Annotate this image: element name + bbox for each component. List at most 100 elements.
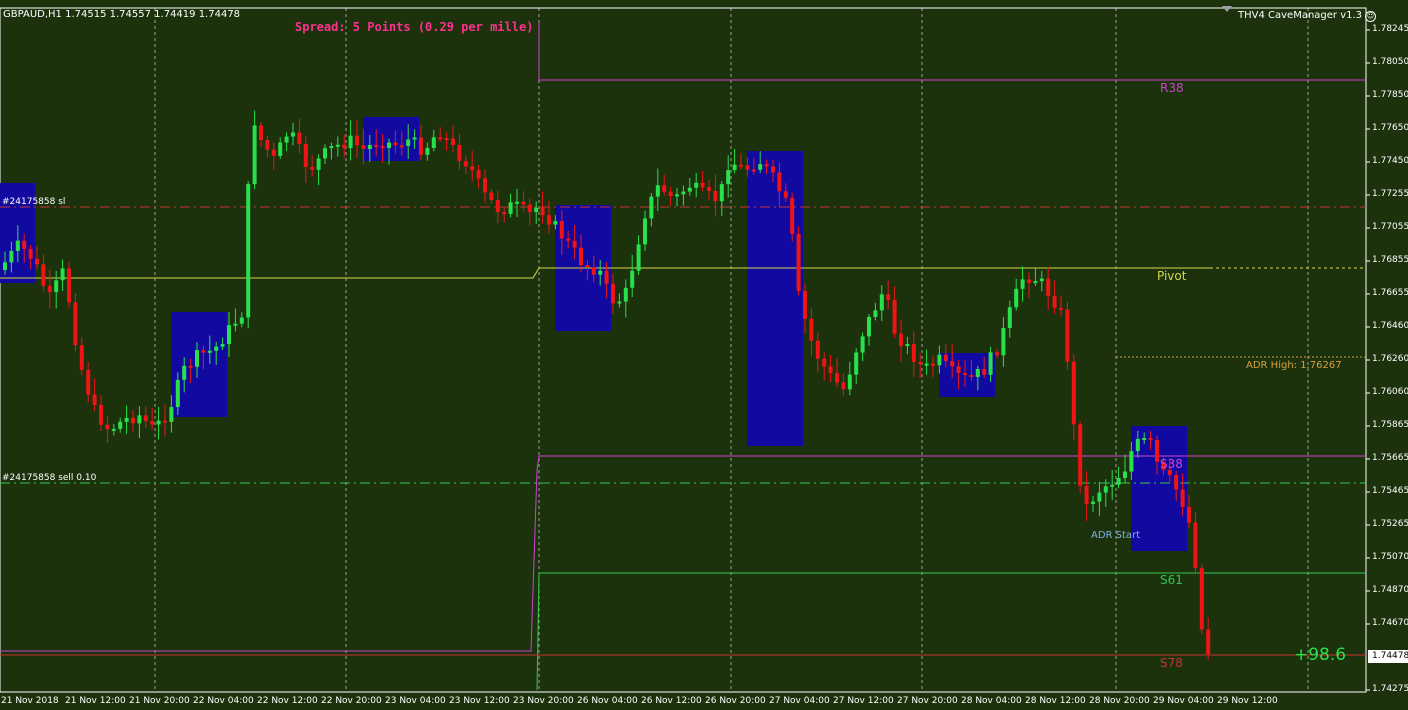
candle-body (278, 142, 283, 156)
price-tick-label: 1.77450 (1372, 156, 1408, 166)
zone-boxes (0, 117, 1187, 551)
chart-window[interactable]: GBPAUD,H1 1.74515 1.74557 1.74419 1.7447… (0, 0, 1408, 710)
candle-body (457, 144, 462, 162)
candle-body (399, 145, 404, 148)
time-tick-label: 26 Nov 04:00 (577, 696, 638, 706)
candle-body (1148, 437, 1153, 441)
candle-body (771, 166, 775, 173)
price-tick-label: 1.74275 (1372, 684, 1408, 694)
candle-body (1193, 522, 1198, 569)
time-tick-label: 27 Nov 04:00 (769, 696, 830, 706)
candle-body (630, 270, 635, 288)
candle-body (579, 247, 583, 266)
candle-body (1014, 288, 1019, 308)
candle-body (943, 354, 948, 362)
price-tick-label: 1.78050 (1372, 57, 1408, 67)
zone-box (363, 117, 419, 161)
candle-body (892, 300, 897, 334)
candle-body (675, 194, 679, 197)
time-tick-label: 27 Nov 20:00 (897, 696, 958, 706)
candle-body (572, 240, 577, 248)
chart-canvas[interactable] (0, 0, 1408, 710)
candle-body (1123, 471, 1127, 479)
candle-body (1027, 279, 1031, 283)
candle-body (143, 415, 148, 422)
candle-body (975, 369, 980, 377)
candle-body (847, 374, 852, 390)
candle-body (22, 240, 27, 249)
time-tick-label: 21 Nov 12:00 (65, 696, 126, 706)
candle-body (553, 221, 558, 225)
candle-body (111, 428, 116, 431)
candle-body (739, 164, 743, 167)
price-tick-label: 1.75865 (1372, 420, 1408, 430)
price-tick-label: 1.76060 (1372, 387, 1408, 397)
candle-body (137, 415, 142, 424)
time-tick-label: 26 Nov 12:00 (641, 696, 702, 706)
time-tick-label: 27 Nov 12:00 (833, 696, 894, 706)
candle-body (867, 316, 871, 337)
candle-body (911, 344, 916, 363)
candle-series (3, 110, 1211, 660)
candle-body (28, 248, 33, 259)
candle-body (822, 358, 827, 367)
candle-body (1007, 307, 1012, 328)
candle-body (252, 125, 257, 185)
candle-body (1155, 440, 1159, 462)
candle-body (303, 143, 308, 167)
candle-body (86, 369, 91, 395)
adr-high-label: ADR High: 1.76267 (1246, 360, 1342, 371)
price-tick-label: 1.77255 (1372, 189, 1408, 199)
candle-body (1180, 489, 1185, 507)
candle-body (9, 250, 14, 263)
price-tick-label: 1.76260 (1372, 354, 1408, 364)
candle-body (694, 182, 699, 188)
candle-body (1033, 281, 1038, 284)
candle-body (1091, 501, 1095, 504)
candle-body (1097, 492, 1102, 502)
candle-body (508, 202, 513, 214)
candle-body (380, 145, 385, 149)
price-tick-label: 1.77850 (1372, 90, 1408, 100)
indicator-dropdown-icon[interactable] (1222, 6, 1232, 12)
candle-body (1129, 451, 1134, 472)
candle-body (374, 144, 379, 147)
price-tick-label: 1.77650 (1372, 123, 1408, 133)
candle-body (905, 344, 910, 347)
time-tick-label: 28 Nov 04:00 (961, 696, 1022, 706)
candle-body (463, 161, 468, 167)
candle-body (310, 166, 315, 170)
candle-body (124, 417, 129, 422)
price-axis-ticks (1366, 29, 1370, 691)
time-tick-label: 23 Nov 20:00 (513, 696, 574, 706)
candle-body (585, 265, 590, 268)
candle-body (3, 262, 7, 270)
candle-body (489, 192, 494, 201)
candle-body (873, 310, 878, 317)
time-tick-label: 29 Nov 12:00 (1217, 696, 1278, 706)
price-tick-label: 1.77055 (1372, 222, 1408, 232)
smiley-icon[interactable]: ☺ (1365, 10, 1377, 22)
candle-body (1071, 361, 1076, 425)
candle-body (931, 363, 935, 366)
time-gridlines (154, 8, 1309, 692)
candle-body (35, 258, 39, 265)
candle-body (335, 144, 340, 147)
time-tick-label: 22 Nov 20:00 (321, 696, 382, 706)
candle-body (918, 362, 923, 365)
candle-body (828, 366, 833, 374)
candle-body (476, 170, 481, 179)
order-sell-label[interactable]: #24175858 sell 0.10 (2, 472, 96, 484)
candle-body (662, 185, 667, 192)
indicator-title: THV4 CaveManager v1.3 ☺ (1238, 10, 1377, 22)
candle-body (617, 301, 622, 304)
candle-body (239, 317, 244, 324)
candle-body (233, 323, 238, 326)
s61-label: S61 (1160, 573, 1183, 587)
price-tick-label: 1.76655 (1372, 288, 1408, 298)
candle-body (598, 270, 603, 275)
candle-body (700, 182, 705, 188)
order-sl-label[interactable]: #24175858 sl (2, 196, 65, 208)
candle-body (188, 365, 193, 368)
candle-body (214, 346, 219, 351)
